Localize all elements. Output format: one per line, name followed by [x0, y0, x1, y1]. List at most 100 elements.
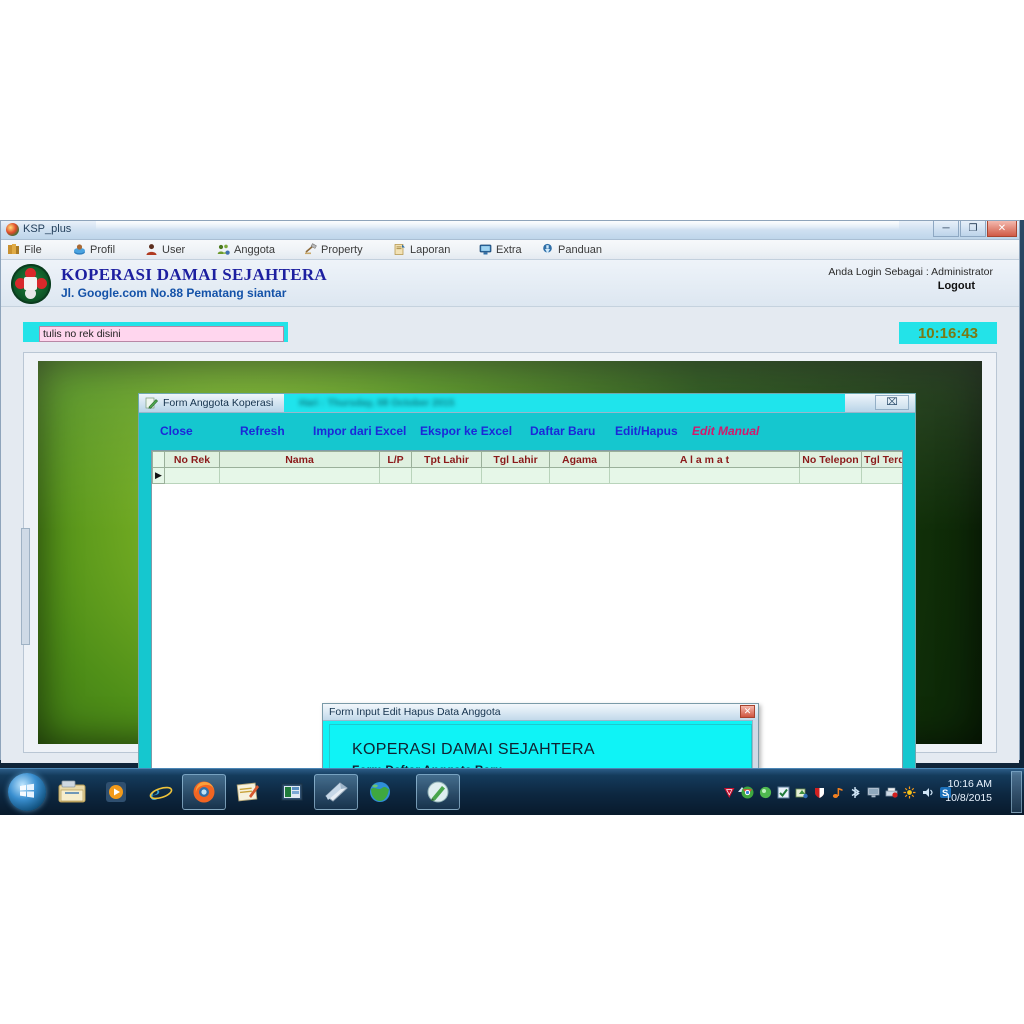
cell-nama[interactable]: [219, 467, 380, 484]
cell-alamat[interactable]: [609, 467, 800, 484]
group-users-icon: [217, 243, 230, 256]
firefox-icon[interactable]: [182, 774, 226, 810]
access-database-icon[interactable]: [314, 774, 358, 810]
mcafee-shield-icon[interactable]: [723, 786, 736, 799]
grid-col-tgl-terdaftar[interactable]: Tgl Terdaftar: [861, 451, 902, 468]
menu-item-property-label: Property: [321, 243, 363, 256]
cell-agama[interactable]: [549, 467, 610, 484]
music-note-icon[interactable]: [831, 786, 844, 799]
explorer-folder-icon[interactable]: [50, 774, 94, 810]
application-body: 10:16:43: [1, 307, 1019, 815]
taskbar-clock[interactable]: 10:16 AM 10/8/2015: [945, 777, 992, 805]
child1-close-button[interactable]: ⌧: [875, 395, 909, 410]
norek-search-input[interactable]: [39, 326, 284, 342]
system-tray: S: [723, 769, 952, 815]
monitor-icon: [479, 243, 492, 256]
volume-icon[interactable]: [921, 786, 934, 799]
red-shield-icon[interactable]: [813, 786, 826, 799]
main-application-window: KSP_plus ─ ❐ ✕ File Profil User Anggota …: [0, 220, 1020, 815]
grid-row-selector-header: [152, 451, 165, 468]
norek-search-wrapper: [23, 322, 288, 342]
import-excel-link[interactable]: Impor dari Excel: [313, 424, 406, 438]
minimize-button[interactable]: ─: [933, 221, 959, 237]
grid-col-alamat[interactable]: A l a m a t: [609, 451, 800, 468]
menu-item-panduan[interactable]: Panduan: [541, 242, 602, 257]
pen-document-icon: [145, 396, 159, 410]
window-title: KSP_plus: [23, 223, 72, 235]
checkmark-box-icon[interactable]: [777, 786, 790, 799]
cell-tgl-lahir[interactable]: [481, 467, 550, 484]
menu-item-laporan[interactable]: Laporan: [393, 242, 450, 257]
menu-item-laporan-label: Laporan: [410, 243, 451, 256]
login-status-text: Anda Login Sebagai : Administrator: [828, 266, 993, 278]
excel-window-icon[interactable]: [270, 774, 314, 810]
internet-explorer-icon[interactable]: e: [138, 774, 182, 810]
show-desktop-button[interactable]: [1011, 771, 1022, 813]
logout-link[interactable]: Logout: [938, 280, 975, 292]
report-scroll-icon: [393, 243, 406, 256]
media-player-icon[interactable]: [94, 774, 138, 810]
grid-col-nama[interactable]: Nama: [219, 451, 380, 468]
ksp-plus-app-icon[interactable]: [416, 774, 460, 810]
fireworks-icon[interactable]: [903, 786, 916, 799]
new-registration-link[interactable]: Daftar Baru: [530, 424, 595, 438]
grid-table: No Rek Nama L/P Tpt Lahir Tgl Lahir Agam…: [152, 451, 902, 484]
taskbar-clock-date: 10/8/2015: [945, 792, 992, 804]
child2-close-button[interactable]: ✕: [740, 705, 755, 718]
menu-item-anggota-label: Anggota: [234, 243, 275, 256]
cell-no-rek[interactable]: [164, 467, 220, 484]
chrome-icon[interactable]: [741, 786, 754, 799]
cell-no-telepon[interactable]: [799, 467, 862, 484]
grid-col-no-telepon[interactable]: No Telepon: [799, 451, 862, 468]
help-download-icon: [541, 243, 554, 256]
close-link[interactable]: Close: [160, 424, 193, 438]
windows-start-orb[interactable]: [8, 773, 46, 811]
edit-manual-link[interactable]: Edit Manual: [692, 424, 759, 438]
cell-tpt-lahir[interactable]: [411, 467, 482, 484]
printer-alert-icon[interactable]: [885, 786, 898, 799]
refresh-link[interactable]: Refresh: [240, 424, 285, 438]
globe-browser-icon[interactable]: [358, 774, 402, 810]
left-edge-tab[interactable]: [21, 528, 30, 645]
table-row[interactable]: ▶: [152, 467, 902, 484]
row-marker: ▶: [152, 467, 165, 484]
user-icon: [145, 243, 158, 256]
grid-col-no-rek[interactable]: No Rek: [164, 451, 220, 468]
menu-item-user-label: User: [162, 243, 186, 256]
menu-item-extra-label: Extra: [496, 243, 522, 256]
menu-bar: File Profil User Anggota Property Lapora…: [1, 240, 1019, 260]
edit-delete-link[interactable]: Edit/Hapus: [615, 424, 678, 438]
menu-item-profil[interactable]: Profil: [73, 242, 115, 257]
grid-col-tgl-lahir[interactable]: Tgl Lahir: [481, 451, 550, 468]
titlebar-gloss: [96, 221, 899, 230]
green-circle-icon[interactable]: [759, 786, 772, 799]
monitor-tray-icon[interactable]: [867, 786, 880, 799]
menu-item-extra[interactable]: Extra: [479, 242, 522, 257]
app-clock: 10:16:43: [899, 322, 997, 344]
network-upload-icon[interactable]: [795, 786, 808, 799]
menu-item-file[interactable]: File: [7, 242, 42, 257]
app-icon: [6, 223, 19, 236]
maximize-button[interactable]: ❐: [960, 221, 986, 237]
brand-name: KOPERASI DAMAI SEJAHTERA: [61, 265, 328, 284]
grid-header-row: No Rek Nama L/P Tpt Lahir Tgl Lahir Agam…: [152, 451, 902, 468]
child1-toolbar: Close Refresh Impor dari Excel Ekspor ke…: [145, 418, 909, 448]
child2-title-text: Form Input Edit Hapus Data Anggota: [329, 706, 501, 718]
cell-lp[interactable]: [379, 467, 412, 484]
menu-item-property[interactable]: Property: [304, 242, 363, 257]
grid-col-agama[interactable]: Agama: [549, 451, 610, 468]
grid-col-tpt-lahir[interactable]: Tpt Lahir: [411, 451, 482, 468]
menu-item-user[interactable]: User: [145, 242, 185, 257]
menu-item-anggota[interactable]: Anggota: [217, 242, 275, 257]
grid-col-lp[interactable]: L/P: [379, 451, 412, 468]
export-excel-link[interactable]: Ekspor ke Excel: [420, 424, 512, 438]
taskbar-clock-time: 10:16 AM: [947, 778, 992, 790]
cell-tgl-terdaftar[interactable]: [861, 467, 902, 484]
child2-titlebar: Form Input Edit Hapus Data Anggota ✕: [323, 704, 758, 721]
bluetooth-icon[interactable]: [849, 786, 862, 799]
close-button[interactable]: ✕: [987, 221, 1017, 237]
brand-address: Jl. Google.com No.88 Pematang siantar: [61, 286, 287, 300]
menu-item-file-label: File: [24, 243, 42, 256]
child1-blurred-date: Hari : Thursday, 08 October 2015: [299, 398, 455, 409]
notepad-pencil-icon[interactable]: [226, 774, 270, 810]
